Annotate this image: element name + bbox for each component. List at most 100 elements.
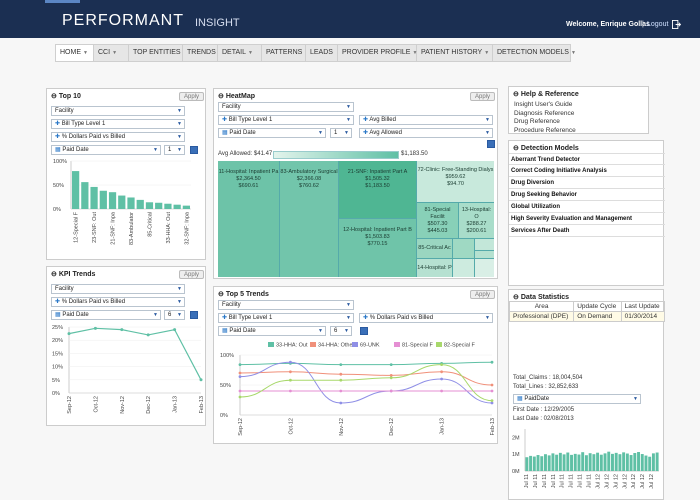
detection-item[interactable]: High Severity Evaluation and Management xyxy=(509,213,665,225)
grid-icon[interactable] xyxy=(190,146,198,154)
nav-patient-history[interactable]: PATIENT HISTORY ▼ xyxy=(417,45,493,61)
detection-item[interactable]: Global Utilization xyxy=(509,201,665,213)
heatmap-cell[interactable]: 11-Hospital: Inpatient Pa $2,364.50 $690.6… xyxy=(218,161,280,277)
heatmap-cell[interactable]: 12-Hospital: Inpatient Part B $1,503.83 $7… xyxy=(339,219,417,277)
nav-top-entities[interactable]: TOP ENTITIES xyxy=(129,45,183,61)
kpi-date-select[interactable]: ▦ Paid Date ▼ xyxy=(51,310,161,320)
detection-item[interactable]: Aberrant Trend Detector xyxy=(509,153,665,165)
nav-patterns[interactable]: PATTERNS xyxy=(262,45,306,61)
detection-item[interactable]: Services After Death xyxy=(509,225,665,237)
top10-date-select[interactable]: ▦ Paid Date ▼ xyxy=(51,145,161,155)
tree-icon: ✚ xyxy=(55,299,61,305)
tree-icon: ✚ xyxy=(363,117,369,123)
detection-item[interactable]: Correct Coding Initiative Analysis xyxy=(509,165,665,177)
kpi-facility-select[interactable]: Facility ▼ xyxy=(51,284,185,294)
bar xyxy=(603,453,607,471)
heatmap-cell[interactable] xyxy=(475,239,494,251)
grid-icon[interactable] xyxy=(487,140,495,148)
nav-leads[interactable]: LEADS xyxy=(306,45,338,61)
heatmap-cell[interactable]: 72-Clinic: Free-Standing Dialys $959.62 $9… xyxy=(417,161,494,203)
top5-metric-select[interactable]: ✚ % Dollars Paid vs Billed ▼ xyxy=(359,313,493,323)
top10-facility-select[interactable]: Facility ▼ xyxy=(51,106,185,116)
top5-billtype-select[interactable]: ✚ Bill Type Level 1 ▼ xyxy=(218,313,354,323)
main-nav: HOME ▼ CCI ▼ TOP ENTITIES TRENDS DETAIL ▼ P… xyxy=(55,44,576,62)
y-tick-label: 2M xyxy=(512,435,520,441)
heatmap-cell[interactable]: 81-Special Facilit $507.30 $445.03 xyxy=(417,203,459,239)
help-link[interactable]: Diagnosis Reference xyxy=(514,110,576,119)
heatmap-cell[interactable]: 21-SNF: Inpatient Part A $1,505.32 $1,183.… xyxy=(339,161,417,219)
help-link[interactable]: Procedure Reference xyxy=(514,127,576,136)
top10-apply-button[interactable]: Apply xyxy=(179,92,205,101)
kpi-title: ⊖ KPI Trends xyxy=(51,270,95,278)
detection-item[interactable]: Drug Seeking Behavior xyxy=(509,189,665,201)
heatmap-measure1-select[interactable]: ✚ Avg Billed ▼ xyxy=(359,115,493,125)
top5-count-select[interactable]: 6 ▼ xyxy=(330,326,352,336)
col-header: Last Update xyxy=(620,301,666,312)
heatmap-measure2-select[interactable]: ✚ Avg Allowed ▼ xyxy=(359,128,493,138)
heatmap-date-select[interactable]: ▦ Paid Date ▼ xyxy=(218,128,326,138)
select-value: Avg Allowed xyxy=(369,130,402,136)
heatmap-apply-button[interactable]: Apply xyxy=(470,92,496,101)
table-cell: Professional (DPE) xyxy=(508,311,575,322)
top5-date-select[interactable]: ▦ Paid Date ▼ xyxy=(218,326,326,336)
top10-count-select[interactable]: 1 ▼ xyxy=(164,145,185,155)
collapse-icon[interactable]: ⊖ xyxy=(218,291,224,298)
heatmap-cell[interactable]: 85-Critical Ac xyxy=(417,239,453,259)
datastats-title: ⊖ Data Statistics xyxy=(513,293,569,301)
heatmap-count-select[interactable]: 1 ▼ xyxy=(330,128,352,138)
help-link[interactable]: Drug Reference xyxy=(514,118,576,127)
x-tick-label: Jul 12 xyxy=(640,474,646,489)
kpi-metric-select[interactable]: ✚ % Dollars Paid vs Billed ▼ xyxy=(51,297,185,307)
top5-title: ⊖ Top 5 Trends xyxy=(218,290,269,298)
x-tick-label: Jul 12 xyxy=(631,474,637,489)
kpi-chart: 25% 20% 15% 10% 5% 0% Sep-12 Oct-12 Nov-12 Dec-12… xyxy=(52,325,203,414)
bar xyxy=(529,455,533,471)
heatmap-legend-gradient xyxy=(273,151,399,159)
collapse-icon[interactable]: ⊖ xyxy=(513,145,519,152)
collapse-icon[interactable]: ⊖ xyxy=(51,93,57,100)
cell-value: $445.03 xyxy=(427,228,448,234)
bar xyxy=(570,454,573,471)
nav-trends[interactable]: TRENDS xyxy=(183,45,218,61)
collapse-icon[interactable]: ⊖ xyxy=(513,294,519,301)
datastats-date-select[interactable]: ▦ PaidDate ▼ xyxy=(513,394,641,404)
top5-facility-select[interactable]: Facility ▼ xyxy=(218,300,354,310)
help-link[interactable]: Insight User's Guide xyxy=(514,101,576,110)
collapse-icon[interactable]: ⊖ xyxy=(513,91,519,98)
data-point xyxy=(339,389,343,393)
top10-metric-select[interactable]: ✚ % Dollars Paid vs Billed ▼ xyxy=(51,132,185,142)
top10-billtype-select[interactable]: ✚ Bill Type Level 1 ▼ xyxy=(51,119,185,129)
select-value: Facility xyxy=(55,108,74,114)
select-value: Avg Billed xyxy=(369,117,396,123)
grid-icon[interactable] xyxy=(190,311,198,319)
grid-icon[interactable] xyxy=(360,327,368,335)
logout-link[interactable]: Logout xyxy=(647,21,668,28)
nav-home[interactable]: HOME ▼ xyxy=(56,45,94,61)
kpi-count-select[interactable]: 6 ▼ xyxy=(164,310,185,320)
heatmap-cell[interactable] xyxy=(475,259,494,277)
heatmap-cell[interactable]: 13-Hospital: O $288.27 $200.61 xyxy=(459,203,494,239)
bar xyxy=(164,203,172,209)
collapse-icon[interactable]: ⊖ xyxy=(51,271,57,278)
collapse-icon[interactable]: ⊖ xyxy=(218,93,224,100)
detection-title: ⊖ Detection Models xyxy=(513,144,579,152)
legend-label: 69-UNK xyxy=(360,343,380,349)
exit-icon[interactable] xyxy=(672,20,681,29)
heatmap-billtype-select[interactable]: ✚ Bill Type Level 1 ▼ xyxy=(218,115,354,125)
nav-provider-profile[interactable]: PROVIDER PROFILE ▼ xyxy=(338,45,417,61)
heatmap-facility-select[interactable]: Facility ▼ xyxy=(218,102,354,112)
data-point xyxy=(339,378,343,382)
kpi-apply-button[interactable]: Apply xyxy=(179,270,205,279)
heatmap-cell[interactable]: 83-Ambulatory Surgical $2,366.08 $760.62 xyxy=(280,161,339,277)
nav-cci[interactable]: CCI ▼ xyxy=(94,45,129,61)
heatmap-cell[interactable]: 14-Hospital: P xyxy=(417,259,453,277)
calendar-icon: ▦ xyxy=(222,328,228,334)
heatmap-cell[interactable] xyxy=(475,251,494,259)
table-row[interactable]: Professional (DPE) On Demand 01/30/2014 xyxy=(508,311,666,322)
top5-apply-button[interactable]: Apply xyxy=(470,290,496,299)
nav-detection-models[interactable]: DETECTION MODELS ▼ xyxy=(493,45,576,61)
nav-detail[interactable]: DETAIL ▼ xyxy=(218,45,262,61)
heatmap-cell[interactable] xyxy=(453,259,475,277)
detection-item[interactable]: Drug Diversion xyxy=(509,177,665,189)
heatmap-cell[interactable] xyxy=(453,239,475,259)
